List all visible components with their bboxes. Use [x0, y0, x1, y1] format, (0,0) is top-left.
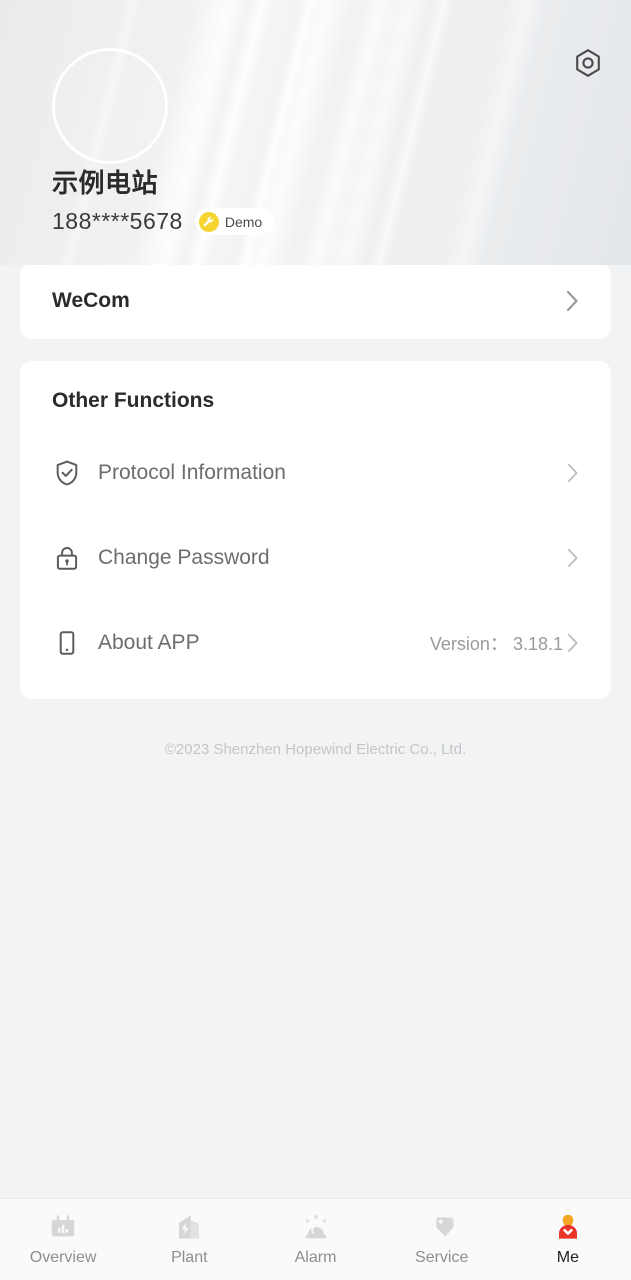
list-item-about-app[interactable]: About APP Version： 3.18.1	[52, 617, 579, 669]
list-item-change-password[interactable]: Change Password	[52, 532, 579, 584]
other-functions-card: Other Functions Protocol Information Cha…	[20, 361, 611, 699]
tab-me[interactable]: Me	[505, 1199, 631, 1280]
tab-label: Service	[415, 1249, 469, 1266]
chevron-right-icon	[567, 633, 579, 653]
shield-check-icon	[52, 458, 82, 488]
tab-service[interactable]: Service	[379, 1199, 505, 1280]
list-item-label: Change Password	[98, 546, 270, 569]
status-badge: Demo	[194, 208, 275, 235]
app-root: 示例电站 188****5678 Demo WeCom Other Functi…	[0, 0, 631, 1280]
copyright-text: ©2023 Shenzhen Hopewind Electric Co., Lt…	[164, 741, 467, 758]
tags-icon	[427, 1212, 457, 1242]
header-streak	[427, 0, 557, 265]
tab-overview[interactable]: Overview	[0, 1199, 126, 1280]
avatar[interactable]	[52, 48, 168, 164]
account-row: 188****5678 Demo	[52, 208, 275, 235]
list-item-protocol-information[interactable]: Protocol Information	[52, 447, 579, 499]
chevron-right-icon	[567, 463, 579, 483]
bottom-tab-bar: Overview Plant Alarm Service Me	[0, 1198, 631, 1280]
list-item-label: Protocol Information	[98, 461, 286, 484]
settings-button[interactable]	[567, 44, 609, 86]
chart-monitor-icon	[48, 1212, 78, 1242]
lock-icon	[52, 543, 82, 573]
wrench-icon	[198, 211, 219, 232]
list-item-label: About APP	[98, 631, 200, 654]
tab-label: Me	[556, 1249, 580, 1266]
chevron-right-icon	[566, 290, 579, 312]
card-title: Other Functions	[52, 389, 215, 412]
phone-number: 188****5678	[52, 208, 183, 234]
header-streak	[356, 0, 464, 265]
hex-nut-settings-icon	[571, 46, 605, 85]
tab-label: Alarm	[294, 1249, 337, 1266]
wecom-card[interactable]: WeCom	[20, 263, 611, 339]
person-icon	[553, 1212, 583, 1242]
badge-label: Demo	[224, 213, 263, 230]
tab-plant[interactable]: Plant	[126, 1199, 252, 1280]
profile-header: 示例电站 188****5678 Demo	[0, 0, 631, 265]
tab-label: Plant	[171, 1249, 208, 1266]
app-version-value: Version： 3.18.1	[429, 634, 563, 654]
wecom-label: WeCom	[52, 289, 130, 312]
station-name: 示例电站	[52, 168, 159, 198]
tab-label: Overview	[29, 1249, 97, 1266]
header-streak	[286, 0, 408, 265]
chevron-right-icon	[567, 548, 579, 568]
power-plant-icon	[174, 1212, 204, 1242]
mobile-phone-icon	[52, 628, 82, 658]
alarm-siren-icon	[301, 1212, 331, 1242]
tab-alarm[interactable]: Alarm	[252, 1199, 378, 1280]
